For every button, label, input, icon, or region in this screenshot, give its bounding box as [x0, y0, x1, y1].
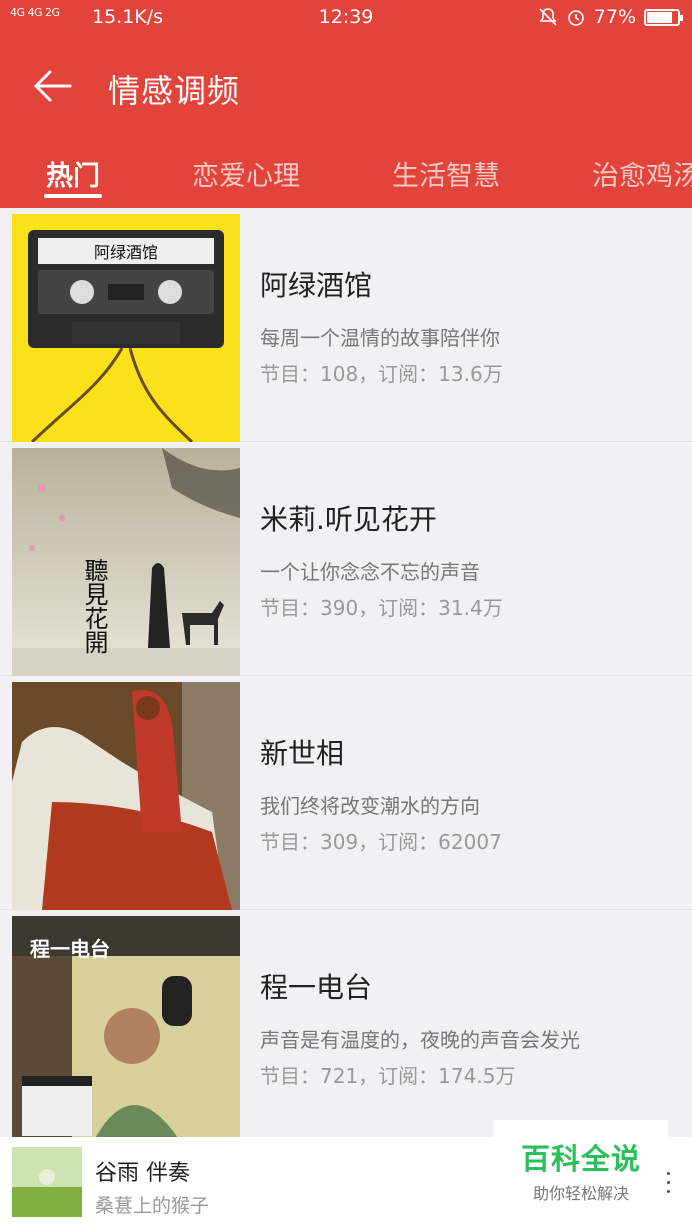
- item-stats: 节目：108，订阅：13.6万: [260, 362, 503, 386]
- tab-love-psychology[interactable]: 恋爱心理: [192, 154, 300, 193]
- more-icon[interactable]: [666, 1168, 672, 1198]
- item-title: 米莉.听见花开: [260, 503, 437, 536]
- item-stats: 节目：309，订阅：62007: [260, 830, 502, 854]
- player-subtitle: 桑葚上的猴子: [95, 1195, 210, 1217]
- page-title: 情感调频: [108, 72, 241, 110]
- item-title: 阿绿酒馆: [260, 269, 373, 302]
- player-cover: [12, 1147, 82, 1217]
- cover-label: 聽見花開: [80, 558, 108, 654]
- battery-icon: [644, 8, 683, 26]
- battery-percent: 77%: [593, 6, 636, 28]
- alarm-icon: [567, 10, 584, 26]
- bell-mute-icon: [539, 8, 557, 26]
- title-bar: 情感调频: [0, 56, 692, 116]
- cover-image: 程一电台: [12, 916, 240, 1144]
- item-description: 声音是有温度的，夜晚的声音会发光: [260, 1028, 580, 1052]
- item-description: 一个让你念念不忘的声音: [260, 560, 480, 584]
- watermark-subtitle: 助你轻松解决: [532, 1184, 629, 1203]
- item-description: 每周一个温情的故事陪伴你: [260, 326, 500, 350]
- app-header: 4G 4G 2G 15.1K/s 12:39 77% 情感调频 热门 恋爱心理 …: [0, 0, 692, 208]
- category-tabs: 热门 恋爱心理 生活智慧 治愈鸡汤: [0, 150, 692, 208]
- channel-list: 阿绿酒馆 阿绿酒馆 每周一个温情的故事陪伴你 节目：108，订阅：13.6万 聽…: [0, 208, 692, 1144]
- item-description: 我们终将改变潮水的方向: [260, 794, 480, 818]
- list-item[interactable]: 新世相 我们终将改变潮水的方向 节目：309，订阅：62007: [0, 676, 692, 910]
- tab-life-wisdom[interactable]: 生活智慧: [392, 154, 500, 193]
- status-bar: 4G 4G 2G 15.1K/s 12:39 77%: [0, 0, 692, 38]
- list-item[interactable]: 阿绿酒馆 阿绿酒馆 每周一个温情的故事陪伴你 节目：108，订阅：13.6万: [0, 208, 692, 442]
- player-title: 谷雨 伴奏: [95, 1161, 190, 1186]
- item-stats: 节目：721，订阅：174.5万: [260, 1064, 516, 1088]
- item-title: 新世相: [260, 737, 345, 770]
- item-title: 程一电台: [260, 971, 373, 1004]
- cover-image: [12, 682, 240, 910]
- cover-label: 阿绿酒馆: [94, 243, 158, 262]
- watermark: 百科全说 助你轻松解决: [494, 1120, 668, 1204]
- item-stats: 节目：390，订阅：31.4万: [260, 596, 503, 620]
- watermark-title: 百科全说: [520, 1142, 641, 1176]
- list-item[interactable]: 聽見花開 米莉.听见花开 一个让你念念不忘的声音 节目：390，订阅：31.4万: [0, 442, 692, 676]
- cover-label: 程一电台: [30, 937, 110, 961]
- cover-image: 阿绿酒馆: [12, 214, 240, 442]
- tab-hot[interactable]: 热门: [46, 154, 100, 193]
- cover-image: 聽見花開: [12, 448, 240, 676]
- tab-indicator: [44, 194, 102, 198]
- arrow-left-icon[interactable]: [30, 64, 74, 108]
- tab-healing[interactable]: 治愈鸡汤: [592, 154, 692, 193]
- list-item[interactable]: 程一电台 程一电台 声音是有温度的，夜晚的声音会发光 节目：721，订阅：174…: [0, 910, 692, 1144]
